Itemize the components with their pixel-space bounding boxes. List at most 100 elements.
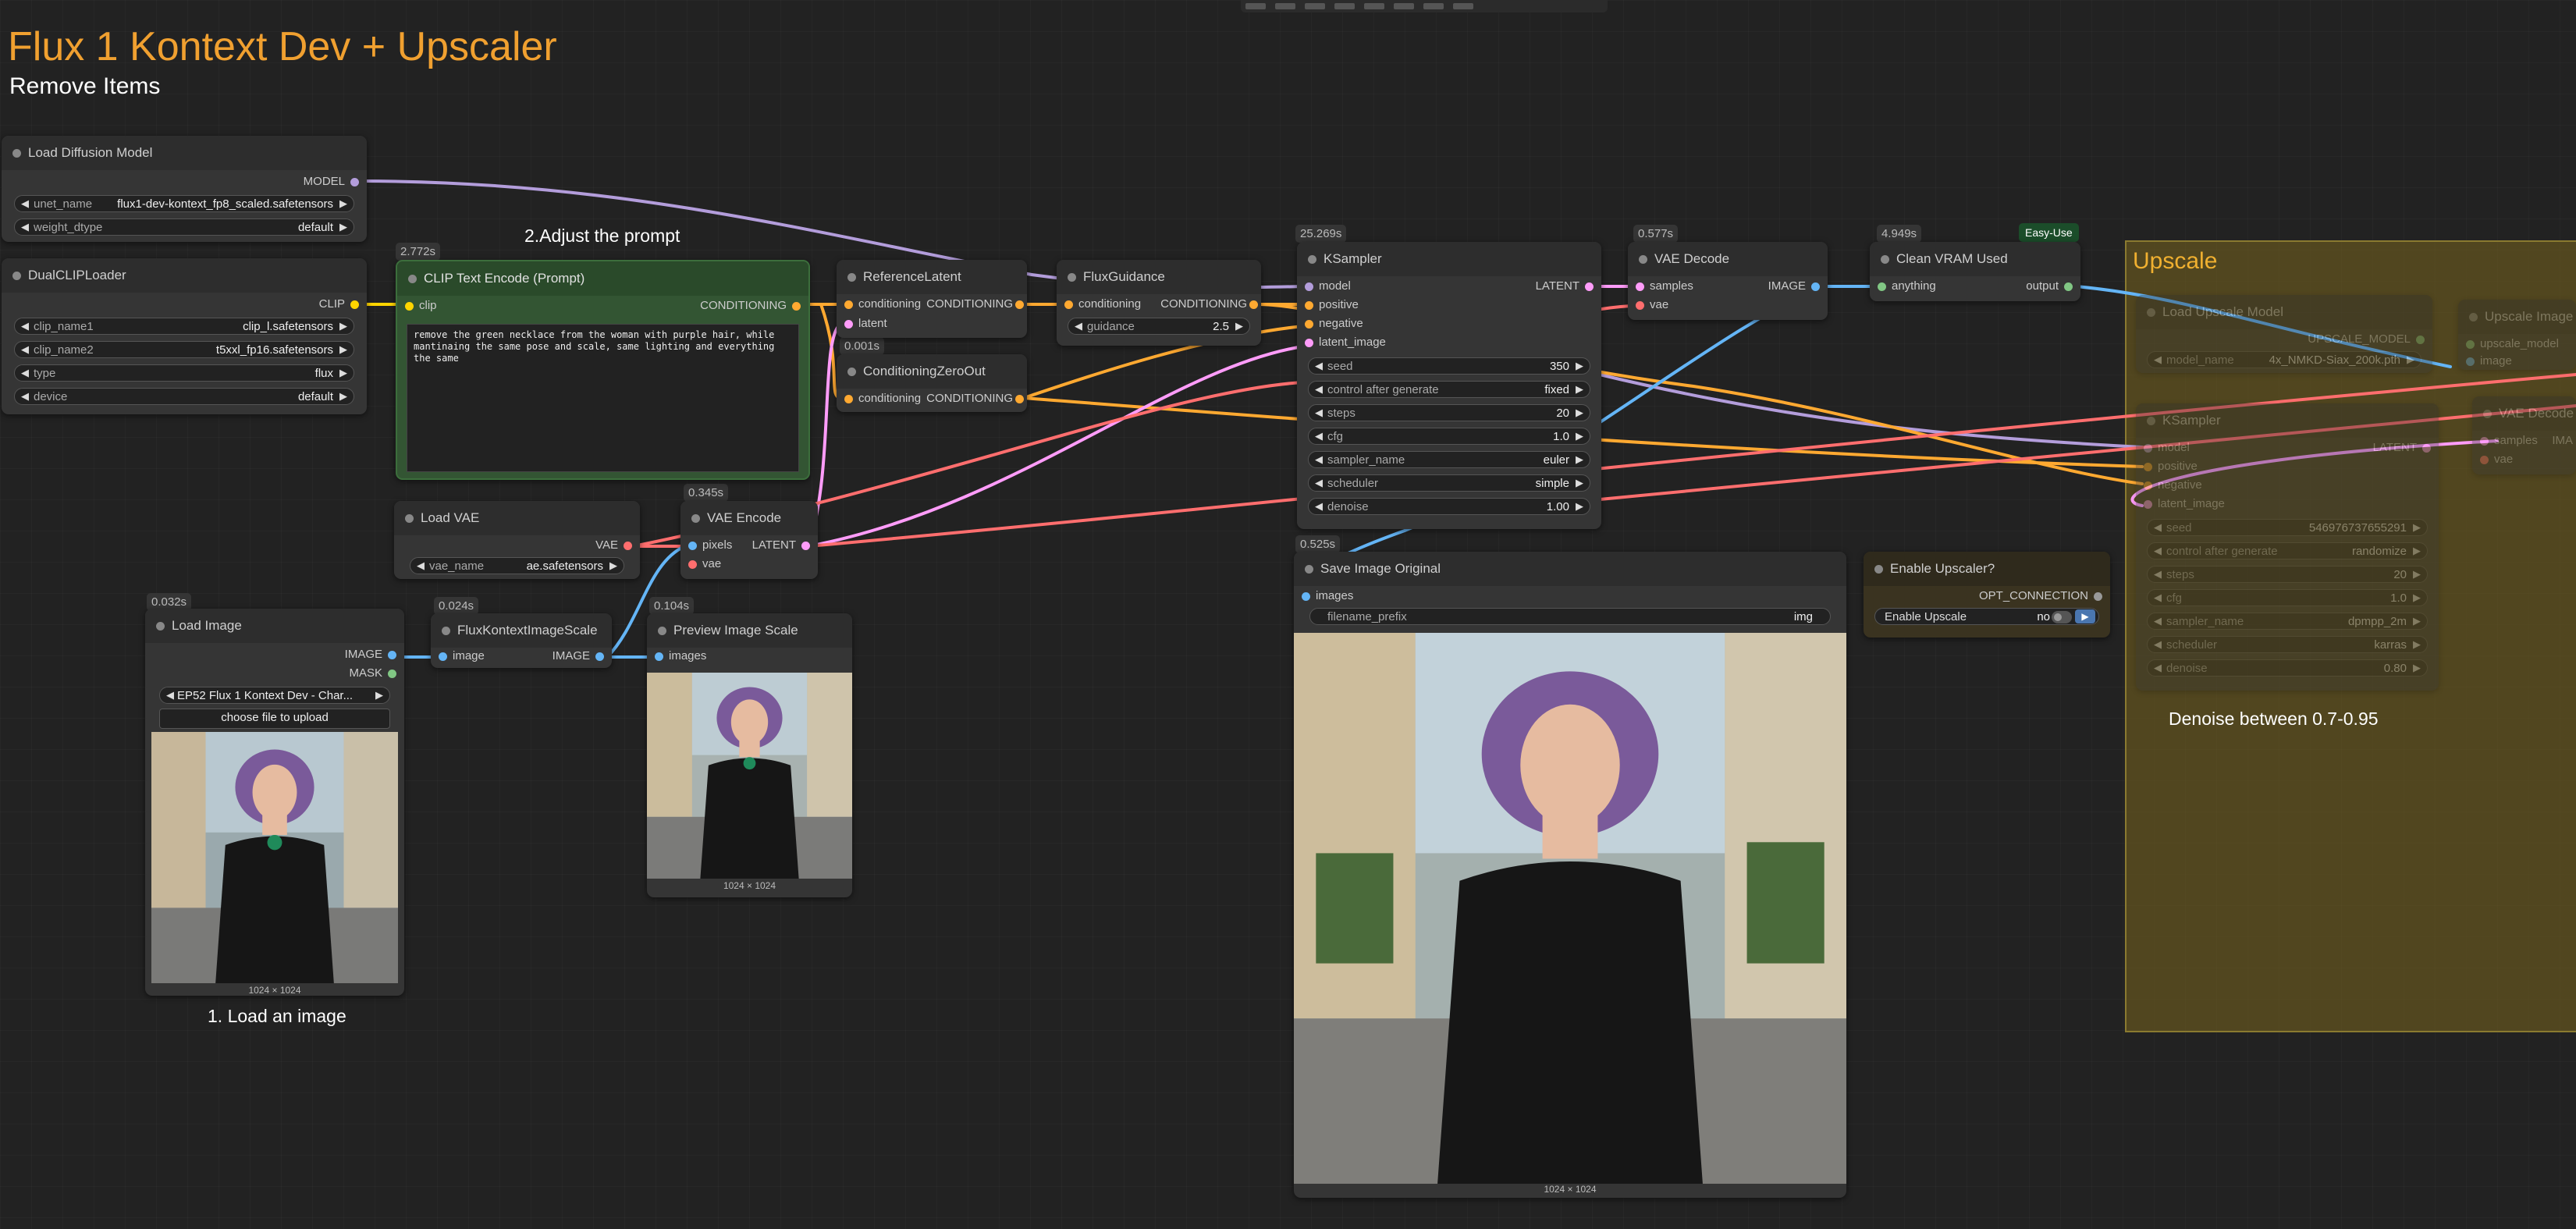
input-vae[interactable]: vae (680, 556, 818, 574)
node-load-image[interactable]: Load Image IMAGE MASK ◀ EP52 Flux 1 Konte… (145, 609, 404, 996)
output-slot-icon[interactable] (2422, 444, 2431, 453)
node-title[interactable]: ConditioningZeroOut (837, 354, 1027, 389)
output-slot-icon[interactable] (595, 652, 604, 661)
toolbar-icon[interactable] (1275, 3, 1295, 9)
node-conditioning-zero-out[interactable]: ConditioningZeroOut conditioning CONDITIO… (837, 354, 1027, 412)
input-model[interactable]: model LATENT (2136, 439, 2439, 458)
input-slot-icon[interactable] (2144, 444, 2152, 453)
output-slot-icon[interactable] (1811, 282, 1820, 291)
output-slot-icon[interactable] (2094, 592, 2102, 601)
arrow-left-icon[interactable]: ◀ (21, 343, 29, 356)
collapse-dot-icon[interactable] (2147, 308, 2155, 317)
node-clean-vram-used[interactable]: Clean VRAM Used anything output (1870, 242, 2080, 301)
arrow-left-icon[interactable]: ◀ (21, 197, 29, 210)
arrow-right-icon[interactable]: ▶ (2413, 521, 2421, 534)
arrow-left-icon[interactable]: ◀ (2154, 545, 2162, 557)
canvas-toolbar[interactable] (1241, 0, 1608, 12)
input-conditioning[interactable]: conditioning CONDITIONING (837, 296, 1027, 314)
arrow-left-icon[interactable]: ◀ (1315, 383, 1323, 396)
arrow-left-icon[interactable]: ◀ (2154, 568, 2162, 581)
arrow-right-icon[interactable]: ▶ (2413, 638, 2421, 651)
arrow-right-icon[interactable]: ▶ (1576, 430, 1583, 442)
arrow-left-icon[interactable]: ◀ (21, 390, 29, 403)
collapse-dot-icon[interactable] (691, 514, 700, 523)
input-slot-icon[interactable] (844, 320, 853, 329)
output-opt-connection[interactable]: OPT_CONNECTION (1864, 588, 2110, 606)
input-slot-icon[interactable] (2466, 340, 2475, 349)
output-clip[interactable]: CLIP (2, 296, 367, 314)
input-slot-icon[interactable] (688, 542, 697, 550)
widget-sampler-name[interactable]: ◀ sampler_name dpmpp_2m ▶ (2147, 613, 2428, 630)
input-vae[interactable]: vae (2472, 451, 2576, 470)
widget-seed[interactable]: ◀ seed 350 ▶ (1308, 357, 1590, 375)
output-slot-icon[interactable] (2064, 282, 2073, 291)
collapse-dot-icon[interactable] (1308, 255, 1316, 264)
arrow-left-icon[interactable]: ◀ (1315, 430, 1323, 442)
collapse-dot-icon[interactable] (12, 149, 21, 158)
collapse-dot-icon[interactable] (658, 627, 666, 635)
input-slot-icon[interactable] (2466, 357, 2475, 366)
output-slot-icon[interactable] (388, 670, 396, 678)
widget-cfg[interactable]: ◀ cfg 1.0 ▶ (1308, 428, 1590, 445)
widget-filename-prefix[interactable]: filename_prefix img (1309, 608, 1831, 625)
output-slot-icon[interactable] (1249, 300, 1258, 309)
widget-seed[interactable]: ◀ seed 546976737655291 ▶ (2147, 519, 2428, 536)
node-ksampler-upscale[interactable]: KSampler model LATENT positive negative l… (2136, 403, 2439, 691)
input-slot-icon[interactable] (655, 652, 663, 661)
node-title[interactable]: Save Image Original (1294, 552, 1846, 586)
arrow-right-icon[interactable]: ▶ (1576, 383, 1583, 396)
widget-type[interactable]: ◀ type flux ▶ (14, 364, 354, 382)
output-model[interactable]: MODEL (2, 173, 367, 192)
output-upscale-model[interactable]: UPSCALE_MODEL (2136, 331, 2432, 350)
arrow-right-icon[interactable]: ▶ (1576, 477, 1583, 489)
collapse-dot-icon[interactable] (442, 627, 450, 635)
widget-scheduler[interactable]: ◀ scheduler karras ▶ (2147, 636, 2428, 653)
widget-model-name[interactable]: ◀ model_name 4x_NMKD-Siax_200k.pth ▶ (2147, 351, 2421, 368)
input-slot-icon[interactable] (1305, 320, 1313, 329)
widget-steps[interactable]: ◀ steps 20 ▶ (1308, 404, 1590, 421)
input-slot-icon[interactable] (405, 302, 414, 311)
collapse-dot-icon[interactable] (1874, 565, 1883, 574)
node-title[interactable]: ReferenceLatent (837, 260, 1027, 294)
node-title[interactable]: VAE Encode (680, 501, 818, 535)
input-slot-icon[interactable] (1305, 282, 1313, 291)
node-title[interactable]: FluxGuidance (1057, 260, 1261, 294)
toolbar-icon[interactable] (1364, 3, 1384, 9)
collapse-dot-icon[interactable] (847, 368, 856, 376)
arrow-left-icon[interactable]: ◀ (2154, 353, 2162, 366)
widget-clip-name1[interactable]: ◀ clip_name1 clip_l.safetensors ▶ (14, 318, 354, 335)
widget-device[interactable]: ◀ device default ▶ (14, 388, 354, 405)
input-slot-icon[interactable] (1636, 301, 1644, 310)
arrow-left-icon[interactable]: ◀ (1315, 360, 1323, 372)
node-ksampler[interactable]: KSampler model LATENT positive negative l… (1297, 242, 1601, 529)
collapse-dot-icon[interactable] (156, 622, 165, 630)
input-upscale-model[interactable]: upscale_model (2458, 336, 2576, 354)
widget-cfg[interactable]: ◀ cfg 1.0 ▶ (2147, 589, 2428, 606)
input-slot-icon[interactable] (844, 300, 853, 309)
toolbar-icon[interactable] (1423, 3, 1444, 9)
input-slot-icon[interactable] (1636, 282, 1644, 291)
collapse-dot-icon[interactable] (408, 275, 417, 283)
arrow-right-icon[interactable]: ▶ (339, 343, 347, 356)
collapse-dot-icon[interactable] (1639, 255, 1647, 264)
input-latent[interactable]: latent (837, 315, 1027, 334)
input-images[interactable]: images (647, 648, 852, 666)
arrow-right-icon[interactable]: ▶ (1235, 320, 1243, 332)
arrow-left-icon[interactable]: ◀ (2154, 591, 2162, 604)
collapse-dot-icon[interactable] (405, 514, 414, 523)
node-clip-text-encode[interactable]: CLIP Text Encode (Prompt) clip CONDITIONI… (396, 260, 810, 480)
input-slot-icon[interactable] (2144, 463, 2152, 471)
input-slot-icon[interactable] (1878, 282, 1886, 291)
input-images[interactable]: images (1294, 588, 1846, 606)
input-latent-image[interactable]: latent_image (1297, 334, 1601, 353)
arrow-right-icon[interactable]: ▶ (2407, 353, 2414, 366)
input-pixels[interactable]: pixels LATENT (680, 537, 818, 556)
output-image[interactable]: IMAGE (145, 646, 404, 665)
arrow-left-icon[interactable]: ◀ (166, 689, 174, 702)
output-slot-icon[interactable] (1585, 282, 1594, 291)
input-slot-icon[interactable] (2144, 500, 2152, 509)
output-slot-icon[interactable] (624, 542, 632, 550)
node-title[interactable]: DualCLIPLoader (2, 258, 367, 293)
node-title[interactable]: Enable Upscaler? (1864, 552, 2110, 586)
arrow-right-icon[interactable]: ▶ (1576, 453, 1583, 466)
